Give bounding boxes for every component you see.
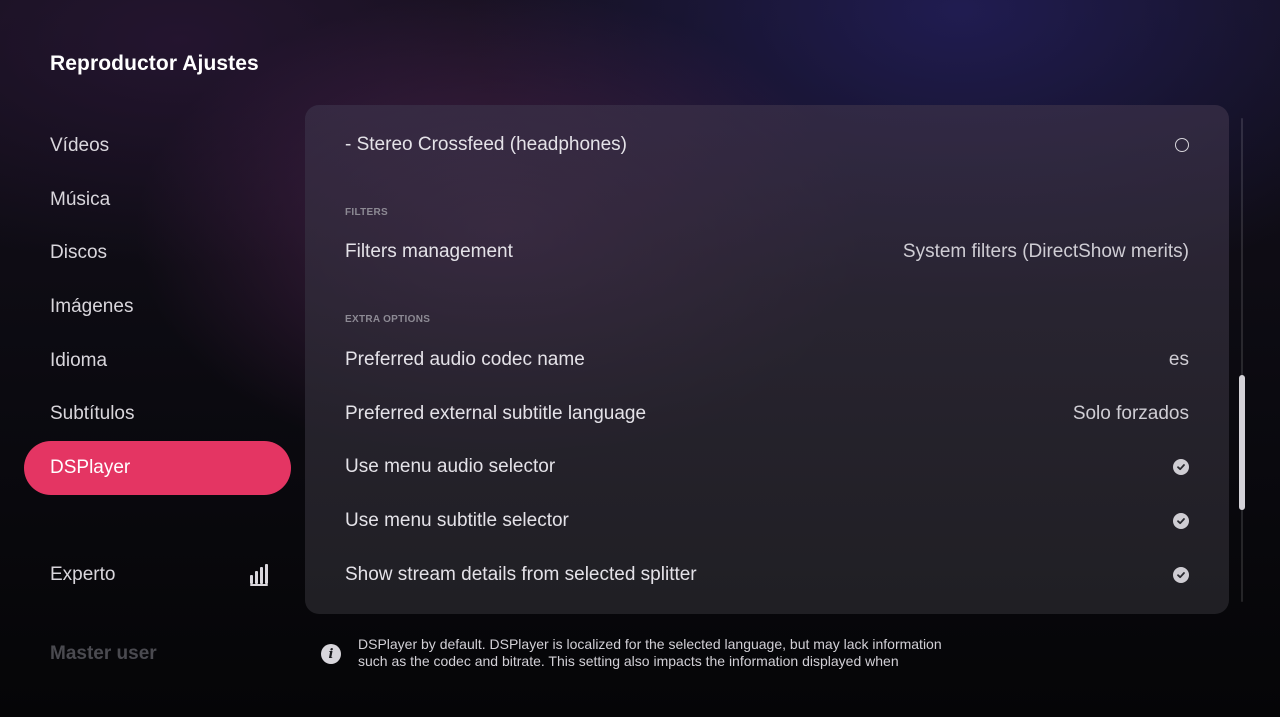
setting-label: Show stream details from selected splitt… (345, 564, 697, 585)
section-header-extra-options: EXTRA OPTIONS (345, 314, 431, 325)
page-title: Reproductor Ajustes (50, 52, 259, 75)
sidebar-item-label: Música (50, 188, 111, 210)
setting-value: es (1168, 349, 1189, 370)
setting-label: Use menu subtitle selector (345, 510, 569, 531)
setting-label: Preferred audio codec name (345, 349, 585, 370)
sidebar-item-videos[interactable]: Vídeos (24, 119, 291, 173)
setting-label: Use menu audio selector (345, 456, 556, 477)
sidebar-item-subtitles[interactable]: Subtítulos (24, 387, 291, 441)
scrollbar-thumb[interactable] (1239, 375, 1245, 510)
description-line: such as the codec and bitrate. This sett… (358, 653, 899, 669)
sidebar-item-dsplayer[interactable]: DSPlayer (24, 441, 291, 495)
sidebar-item-discs[interactable]: Discos (24, 226, 291, 280)
sidebar: Vídeos Música Discos Imágenes Idioma Sub… (24, 119, 291, 495)
description-line: DSPlayer by default. DSPlayer is localiz… (358, 636, 942, 652)
setting-description: DSPlayer by default. DSPlayer is localiz… (358, 636, 1018, 670)
setting-value: Solo forzados (1072, 403, 1189, 424)
sidebar-item-music[interactable]: Música (24, 173, 291, 227)
check-icon[interactable] (1173, 567, 1189, 583)
sidebar-item-label: Imágenes (50, 295, 134, 317)
sidebar-item-label: DSPlayer (50, 456, 131, 478)
setting-filters-management[interactable]: Filters management System filters (Direc… (345, 237, 1189, 267)
setting-stereo-crossfeed[interactable]: - Stereo Crossfeed (headphones) (345, 130, 1189, 160)
expert-label: Experto (50, 564, 116, 585)
sidebar-item-label: Idioma (50, 349, 108, 371)
section-header-filters: FILTERS (345, 207, 389, 218)
setting-label: Filters management (345, 241, 513, 262)
scrollbar-track[interactable] (1241, 118, 1243, 602)
setting-menu-audio-selector[interactable]: Use menu audio selector (345, 452, 1189, 482)
setting-preferred-subtitle-language[interactable]: Preferred external subtitle language Sol… (345, 399, 1189, 429)
settings-panel: - Stereo Crossfeed (headphones) FILTERS … (305, 105, 1229, 614)
setting-label: Preferred external subtitle language (345, 403, 647, 424)
sidebar-item-images[interactable]: Imágenes (24, 280, 291, 334)
sidebar-item-label: Subtítulos (50, 403, 135, 425)
setting-value: System filters (DirectShow merits) (902, 241, 1189, 262)
setting-label: - Stereo Crossfeed (headphones) (345, 134, 627, 155)
expert-level-toggle[interactable]: Experto (50, 562, 268, 588)
setting-preferred-audio-codec[interactable]: Preferred audio codec name es (345, 345, 1189, 375)
sidebar-item-label: Discos (50, 242, 108, 264)
check-icon[interactable] (1173, 459, 1189, 475)
sidebar-item-label: Vídeos (50, 134, 110, 156)
setting-menu-subtitle-selector[interactable]: Use menu subtitle selector (345, 506, 1189, 536)
check-icon[interactable] (1173, 513, 1189, 529)
radio-unchecked-icon[interactable] (1175, 138, 1189, 152)
setting-stream-details[interactable]: Show stream details from selected splitt… (345, 560, 1189, 590)
master-user-label[interactable]: Master user (50, 643, 157, 665)
sidebar-item-language[interactable]: Idioma (24, 334, 291, 388)
info-icon: i (321, 644, 341, 664)
settings-level-icon (250, 564, 268, 586)
